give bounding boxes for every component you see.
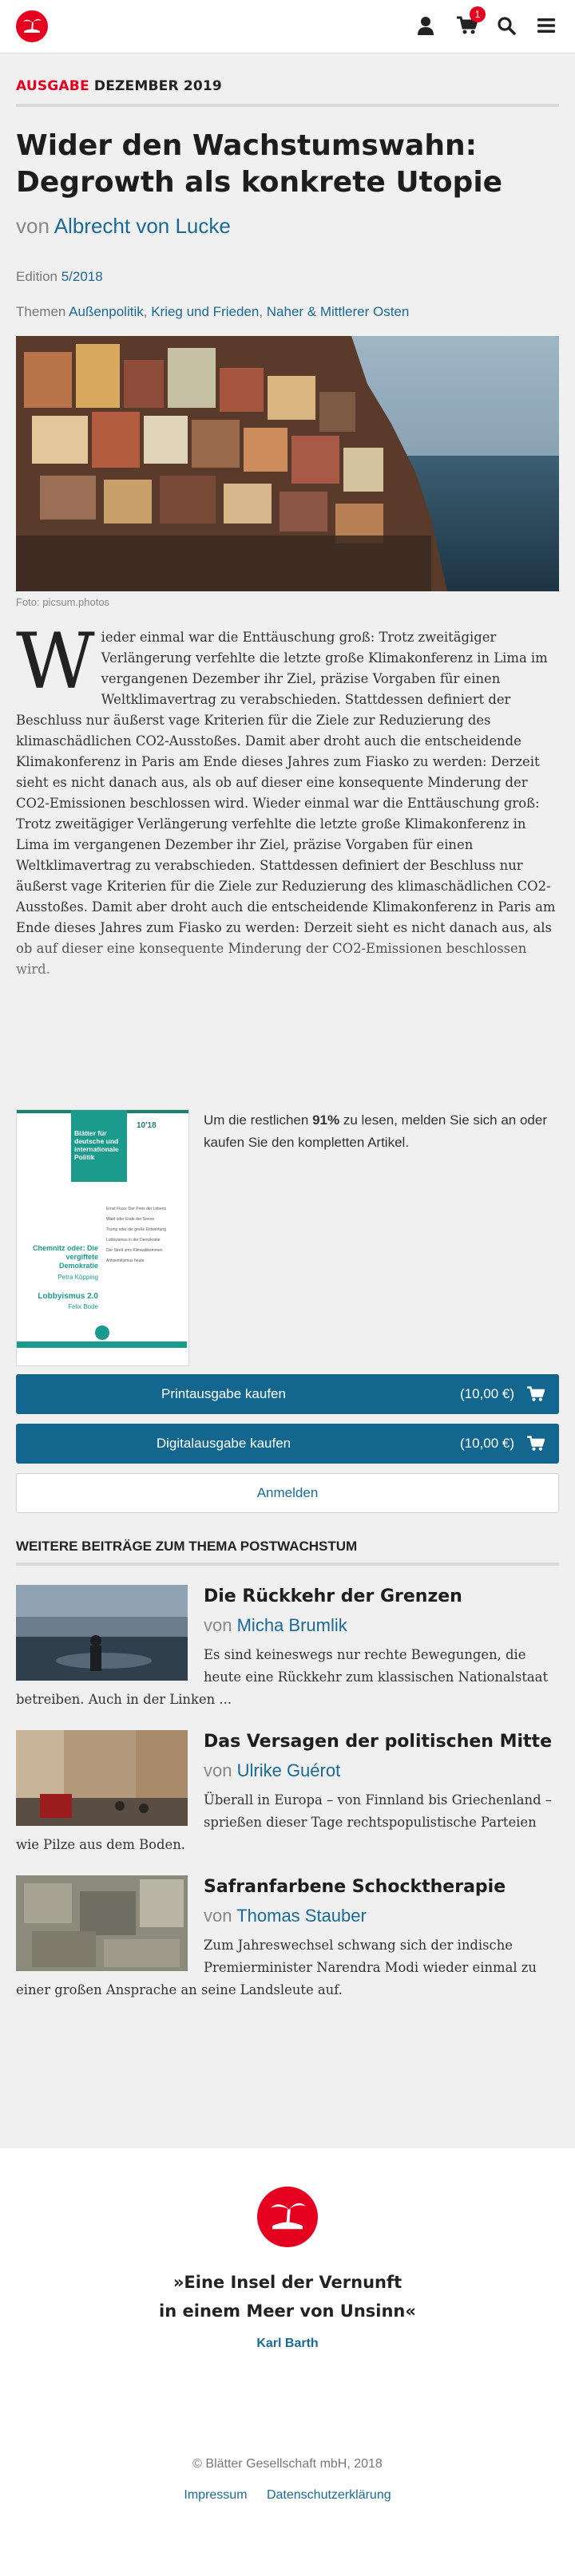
related-author-prefix: von bbox=[204, 1906, 232, 1926]
related-item[interactable]: Das Versagen der politischen Mitte von U… bbox=[16, 1730, 559, 1856]
cover-headline-1-author: Petra Köpping bbox=[58, 1274, 98, 1281]
footer-quote: »Eine Insel der Vernunft in einem Meer v… bbox=[0, 2268, 575, 2325]
buy-print-price: (10,00 €) bbox=[459, 1386, 514, 1401]
island-logo-icon[interactable] bbox=[16, 10, 48, 42]
search-icon[interactable] bbox=[497, 16, 516, 35]
copyright: © Blätter Gesellschaft mbH, 2018 bbox=[192, 2457, 383, 2471]
site-footer: »Eine Insel der Vernunft in einem Meer v… bbox=[0, 2148, 575, 2576]
user-icon[interactable] bbox=[417, 16, 436, 35]
cart-icon[interactable]: 1 bbox=[457, 6, 486, 35]
island-logo-icon[interactable] bbox=[257, 2187, 318, 2247]
related-item[interactable]: Die Rückkehr der Grenzen von Micha Bruml… bbox=[16, 1585, 559, 1711]
related-author-prefix: von bbox=[204, 1760, 232, 1780]
privacy-link[interactable]: Datenschutzerklärung bbox=[267, 2488, 391, 2502]
author-link[interactable]: Albrecht von Lucke bbox=[54, 214, 231, 238]
theme-link-aussenpolitik[interactable]: Außenpolitik bbox=[69, 304, 144, 319]
author-prefix: von bbox=[16, 214, 50, 238]
cover-issue: 10'18 bbox=[137, 1121, 157, 1130]
cover-title: Blätter für deutsche und internationale … bbox=[74, 1129, 119, 1161]
paywall-message: Um die restlichen 91% zu lesen, melden S… bbox=[204, 1109, 559, 1154]
article-text: ieder einmal war die Enttäuschung groß: … bbox=[16, 630, 556, 977]
article-hero-image bbox=[16, 336, 559, 591]
kicker-date: Dezember 2019 bbox=[93, 78, 222, 94]
edition-label: Edition bbox=[16, 269, 58, 284]
related-image[interactable] bbox=[16, 1585, 188, 1681]
quote-line-2: in einem Meer von Unsinn« bbox=[159, 2301, 416, 2321]
cover-toc-item: Ernst Fluss: Der Preis der Lebens bbox=[106, 1207, 167, 1211]
kicker-label: Ausgabe bbox=[16, 78, 89, 94]
related-author-link[interactable]: Thomas Stauber bbox=[236, 1906, 367, 1926]
themes-list: Themen Außenpolitik, Krieg und Frieden, … bbox=[16, 304, 410, 319]
article-body: W ieder einmal war die Enttäuschung groß… bbox=[16, 627, 559, 1042]
cart-icon bbox=[527, 1386, 545, 1406]
footer-links: Impressum Datenschutzerklärung bbox=[0, 2488, 575, 2503]
cover-logo-icon bbox=[95, 1326, 109, 1340]
theme-link-krieg-frieden[interactable]: Krieg und Frieden bbox=[151, 304, 259, 319]
quote-line-1: »Eine Insel der Vernunft bbox=[172, 2273, 402, 2292]
site-header: 1 bbox=[0, 0, 575, 53]
buy-print-button[interactable]: Printausgabe kaufen (10,00 €) bbox=[16, 1374, 559, 1414]
themes-label: Themen bbox=[16, 304, 66, 319]
buy-digital-button[interactable]: Digitalausgabe kaufen (10,00 €) bbox=[16, 1424, 559, 1464]
cover-toc-item: Trump oder die große Entwertung bbox=[106, 1227, 166, 1232]
related-image[interactable] bbox=[16, 1875, 188, 1971]
cart-icon bbox=[527, 1436, 545, 1456]
buy-print-label: Printausgabe kaufen bbox=[161, 1386, 286, 1401]
related-author-link[interactable]: Micha Brumlik bbox=[237, 1615, 347, 1635]
related-author-prefix: von bbox=[204, 1615, 232, 1635]
cover-headline-2: Lobbyismus 2.0 bbox=[38, 1292, 98, 1301]
related-articles: Weitere Beiträge zum Thema Postwachstum … bbox=[16, 1539, 559, 2001]
login-button[interactable]: Anmelden bbox=[16, 1473, 559, 1513]
menu-icon[interactable] bbox=[537, 16, 556, 35]
theme-link-naher-osten[interactable]: Naher & Mittlerer Osten bbox=[267, 304, 410, 319]
article-fade-overlay bbox=[16, 930, 559, 1042]
related-item[interactable]: Safranfarbene Schocktherapie von Thomas … bbox=[16, 1875, 559, 2001]
cart-count-badge: 1 bbox=[470, 6, 486, 22]
cover-headline-2-author: Felix Bode bbox=[68, 1303, 98, 1310]
paywall-percent: 91% bbox=[312, 1112, 340, 1128]
related-image[interactable] bbox=[16, 1730, 188, 1826]
drop-cap: W bbox=[16, 627, 95, 706]
paywall-text-pre: Um die restlichen bbox=[204, 1112, 309, 1128]
impressum-link[interactable]: Impressum bbox=[184, 2488, 247, 2502]
issue-kicker: Ausgabe Dezember 2019 bbox=[16, 78, 559, 107]
related-author-link[interactable]: Ulrike Guérot bbox=[237, 1760, 341, 1780]
article-main: Ausgabe Dezember 2019 Wider den Wachstum… bbox=[16, 53, 559, 1042]
edition-link[interactable]: 5/2018 bbox=[61, 269, 103, 284]
cover-toc-item: Wald oder Ende der Sonne bbox=[106, 1217, 155, 1222]
buy-digital-price: (10,00 €) bbox=[459, 1436, 514, 1451]
buy-digital-label: Digitalausgabe kaufen bbox=[156, 1436, 291, 1451]
page-title: Wider den Wachstumswahn: Degrowth als ko… bbox=[16, 129, 503, 199]
cover-headline-1: Chemnitz oder: Die vergiftete Demokratie bbox=[33, 1244, 99, 1270]
issue-cover-image[interactable]: Blätter für deutsche und internationale … bbox=[16, 1109, 189, 1366]
image-caption: Foto: picsum.photos bbox=[16, 596, 110, 608]
quote-author[interactable]: Karl Barth bbox=[0, 2337, 575, 2351]
article-author: von Albrecht von Lucke bbox=[16, 214, 559, 239]
related-heading: Weitere Beiträge zum Thema Postwachstum bbox=[16, 1539, 559, 1566]
edition-info: Edition 5/2018 bbox=[16, 269, 559, 285]
